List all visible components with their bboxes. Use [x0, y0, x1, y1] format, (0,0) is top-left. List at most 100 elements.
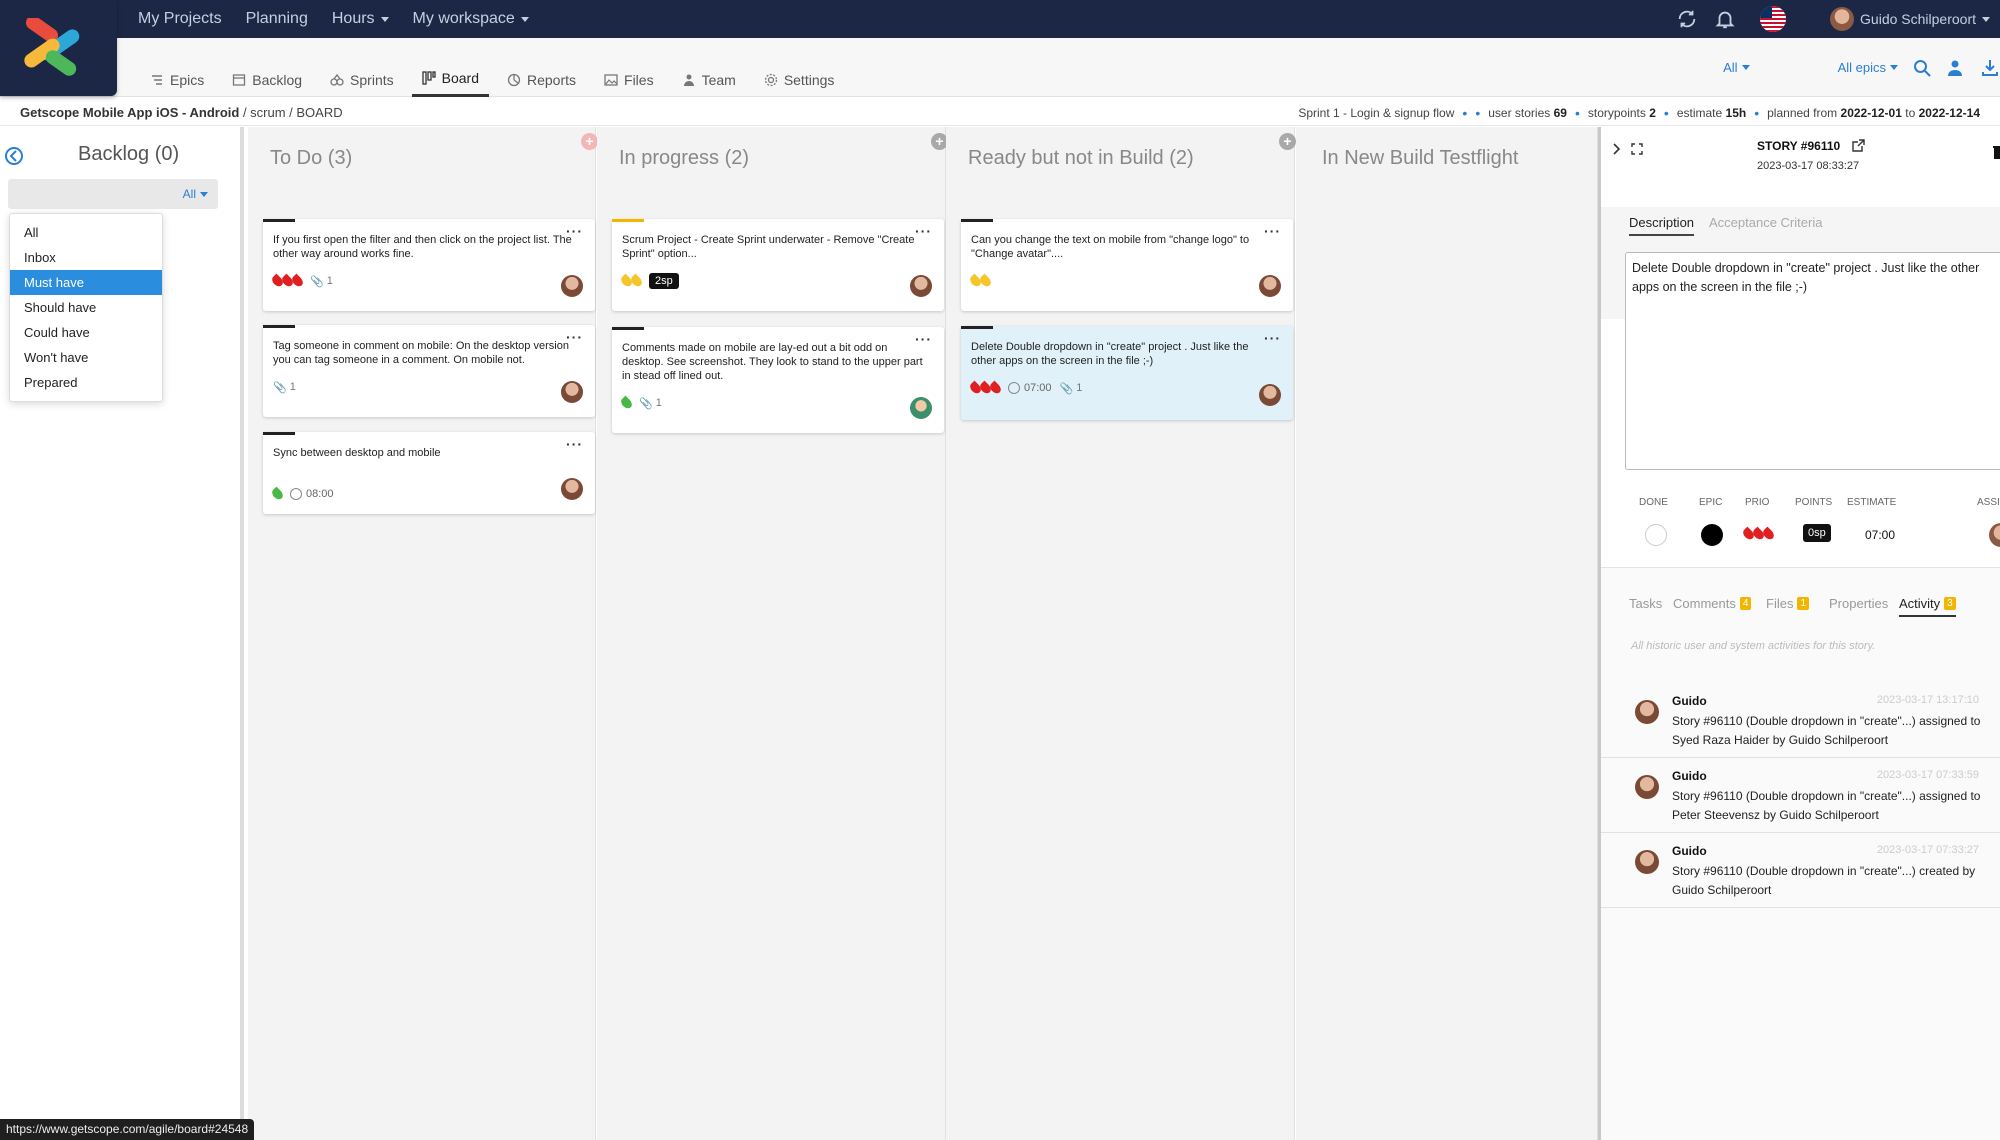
- filter-label: All epics: [1837, 60, 1886, 75]
- tab-files[interactable]: Files 1: [1766, 596, 1810, 611]
- avatar[interactable]: [910, 275, 932, 297]
- separator-dot: •: [1663, 105, 1669, 121]
- nav-my-workspace[interactable]: My workspace: [413, 10, 529, 28]
- paperclip-icon: 📎: [310, 275, 324, 288]
- chevron-down-icon: [1741, 65, 1750, 70]
- avatar[interactable]: [561, 275, 583, 297]
- dropdown-option[interactable]: Should have: [10, 295, 162, 320]
- story-card[interactable]: ··· Tag someone in comment on mobile: On…: [263, 325, 595, 417]
- refresh-icon[interactable]: [1676, 8, 1698, 30]
- priority-should-icon: [968, 273, 993, 289]
- attr-label: PRIO: [1745, 497, 1770, 508]
- activity-user: Guido: [1672, 694, 1707, 708]
- tab-sprints[interactable]: Sprints: [320, 38, 404, 97]
- priority-should-icon: [619, 273, 644, 289]
- backlog-filter-select[interactable]: All: [183, 187, 208, 201]
- story-card[interactable]: ··· If you first open the filter and the…: [263, 219, 595, 311]
- card-meta: 2sp: [619, 271, 934, 291]
- sprint-name[interactable]: Sprint 1 - Login & signup flow: [1298, 106, 1454, 120]
- stat-value: 2022-12-14: [1918, 106, 1980, 120]
- paperclip-icon: 📎: [639, 397, 653, 410]
- tab-properties[interactable]: Properties: [1829, 596, 1888, 611]
- stat-value: 2022-12-01: [1840, 106, 1902, 120]
- epics-filter-select[interactable]: All epics: [1838, 60, 1898, 75]
- more-icon[interactable]: ···: [915, 223, 932, 239]
- user-menu[interactable]: Guido Schilperoort: [1830, 7, 1990, 31]
- more-icon[interactable]: ···: [1264, 330, 1281, 346]
- dropdown-option[interactable]: Could have: [10, 320, 162, 345]
- story-card[interactable]: ··· Comments made on mobile are lay-ed o…: [612, 327, 944, 433]
- paperclip-icon: 📎: [1059, 382, 1074, 395]
- estimate-value[interactable]: 07:00: [1865, 528, 1895, 542]
- collapse-backlog-icon[interactable]: [4, 146, 24, 166]
- backlog-filter[interactable]: All: [8, 179, 218, 209]
- tab-description[interactable]: Description: [1629, 215, 1695, 236]
- dropdown-option[interactable]: Prepared: [10, 370, 162, 395]
- tab-tasks[interactable]: Tasks: [1629, 596, 1662, 611]
- nav-hours[interactable]: Hours: [332, 10, 389, 28]
- chevron-right-icon[interactable]: [1611, 143, 1623, 155]
- story-card[interactable]: ··· Sync between desktop and mobile 08:0…: [263, 432, 595, 514]
- avatar[interactable]: [1259, 384, 1281, 406]
- more-icon[interactable]: ···: [566, 329, 583, 345]
- priority-must-icon[interactable]: [1741, 526, 1776, 542]
- us-flag-icon[interactable]: [1760, 6, 1787, 32]
- tab-reports[interactable]: Reports: [497, 38, 586, 97]
- more-icon[interactable]: ···: [566, 436, 583, 452]
- avatar: [1635, 700, 1659, 724]
- tab-comments[interactable]: Comments 4: [1673, 596, 1752, 611]
- avatar[interactable]: [910, 397, 932, 419]
- more-icon[interactable]: ···: [566, 223, 583, 239]
- dropdown-option[interactable]: Inbox: [10, 245, 162, 270]
- download-icon[interactable]: [1980, 58, 2000, 78]
- avatar: [1635, 775, 1659, 799]
- tab-backlog[interactable]: Backlog: [222, 38, 312, 97]
- description-editor[interactable]: Delete Double dropdown in "create" proje…: [1625, 252, 2000, 470]
- bell-icon[interactable]: [1714, 8, 1736, 30]
- story-card[interactable]: ··· Scrum Project - Create Sprint underw…: [612, 219, 944, 311]
- assignee-avatar[interactable]: [1989, 523, 2000, 547]
- add-card-icon[interactable]: +: [581, 133, 598, 150]
- tab-epics[interactable]: Epics: [140, 38, 214, 97]
- tab-acceptance-criteria[interactable]: Acceptance Criteria: [1709, 215, 1822, 230]
- nav-planning[interactable]: Planning: [246, 10, 308, 28]
- sprint-info: Sprint 1 - Login & signup flow • • user …: [1298, 105, 1980, 121]
- more-icon[interactable]: ···: [1264, 223, 1281, 239]
- dropdown-option-selected[interactable]: Must have: [10, 270, 162, 295]
- story-card-selected[interactable]: ··· Delete Double dropdown in "create" p…: [961, 326, 1293, 420]
- breadcrumb-project[interactable]: Getscope Mobile App iOS - Android: [20, 105, 239, 120]
- story-card[interactable]: ··· Can you change the text on mobile fr…: [961, 219, 1293, 311]
- dropdown-option[interactable]: Won't have: [10, 345, 162, 370]
- tab-files[interactable]: Files: [594, 38, 664, 97]
- avatar[interactable]: [1259, 275, 1281, 297]
- search-icon[interactable]: [1912, 58, 1932, 78]
- column-in-progress: In progress (2) + ··· Scrum Project - Cr…: [597, 127, 948, 1140]
- dropdown-option[interactable]: All: [10, 220, 162, 245]
- story-points-badge[interactable]: 0sp: [1803, 524, 1831, 542]
- add-card-icon[interactable]: +: [1279, 133, 1296, 150]
- story-id: STORY #96110: [1757, 139, 1865, 153]
- done-toggle[interactable]: [1645, 524, 1667, 546]
- attr-label: ASSI: [1977, 497, 2000, 508]
- all-filter-select[interactable]: All: [1723, 60, 1750, 75]
- tab-label: Properties: [1829, 596, 1889, 611]
- epic-color[interactable]: [1701, 524, 1723, 546]
- trash-icon[interactable]: [1993, 145, 2000, 159]
- activity-time: 2023-03-17 13:17:10: [1876, 694, 1979, 706]
- app-logo[interactable]: [0, 0, 117, 96]
- more-icon[interactable]: ···: [915, 331, 932, 347]
- card-epic-line: [263, 219, 295, 222]
- avatar[interactable]: [561, 381, 583, 403]
- expand-icon[interactable]: [1631, 143, 1643, 155]
- story-points-badge: 2sp: [649, 273, 679, 289]
- tab-settings[interactable]: Settings: [754, 38, 845, 97]
- nav-label: Planning: [245, 10, 308, 27]
- nav-my-projects[interactable]: My Projects: [138, 10, 222, 28]
- tab-team[interactable]: Team: [672, 38, 746, 97]
- sprints-icon: [330, 73, 344, 86]
- external-link-icon[interactable]: [1851, 139, 1865, 152]
- user-filter-icon[interactable]: [1946, 58, 1966, 78]
- tab-activity[interactable]: Activity 3: [1899, 596, 1956, 617]
- avatar[interactable]: [561, 478, 583, 500]
- tab-board[interactable]: Board: [411, 38, 489, 97]
